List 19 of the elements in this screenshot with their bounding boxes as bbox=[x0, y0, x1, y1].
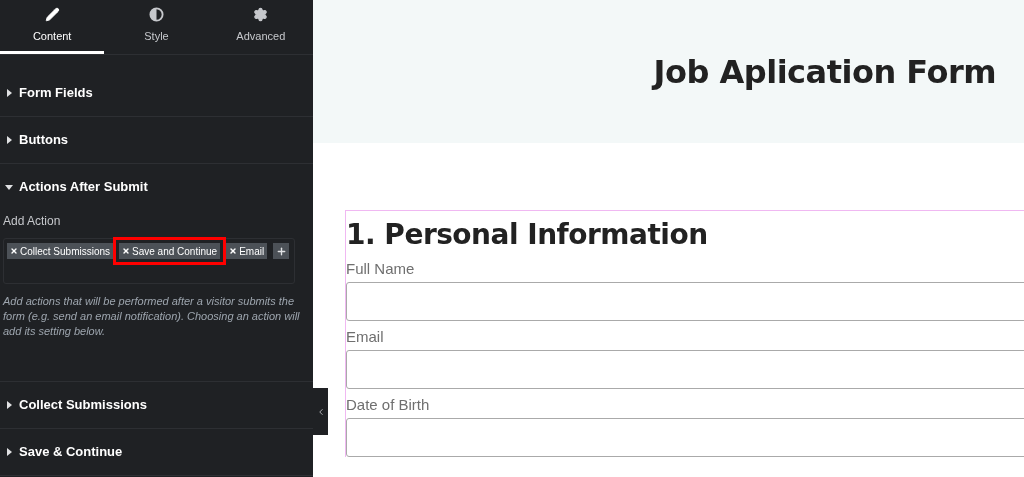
action-tag[interactable]: Collect Submissions bbox=[7, 243, 114, 259]
action-tag[interactable]: Save and Continue bbox=[119, 243, 221, 259]
section-header[interactable]: Actions After Submit bbox=[0, 164, 313, 210]
section-header[interactable]: Save & Continue bbox=[0, 429, 313, 475]
field-label: Date of Birth bbox=[346, 395, 431, 415]
panel-tab[interactable]: Style bbox=[104, 0, 209, 54]
section-header[interactable]: Collect Submissions bbox=[0, 382, 313, 428]
section-header[interactable]: Buttons bbox=[0, 117, 313, 163]
section-heading: 1. Personal Information bbox=[346, 217, 709, 253]
action-select-field[interactable]: Collect Submissions Save and Continue Email bbox=[3, 238, 295, 284]
field-label: Add Action bbox=[3, 213, 62, 230]
field-label: Full Name bbox=[346, 259, 416, 279]
field-description: Add actions that will be performed after a visitor submits the form (e.g. send an email notification). Choosing an action will add its setting below. bbox=[3, 294, 301, 339]
panel-tab[interactable]: Advanced bbox=[208, 0, 313, 54]
page-title: Job Aplication Form bbox=[653, 51, 996, 93]
action-tag[interactable]: Email bbox=[226, 243, 268, 259]
panel-tab[interactable]: Content bbox=[0, 0, 105, 54]
section-header[interactable]: Form Fields bbox=[0, 70, 313, 116]
field-label: Email bbox=[346, 327, 385, 347]
